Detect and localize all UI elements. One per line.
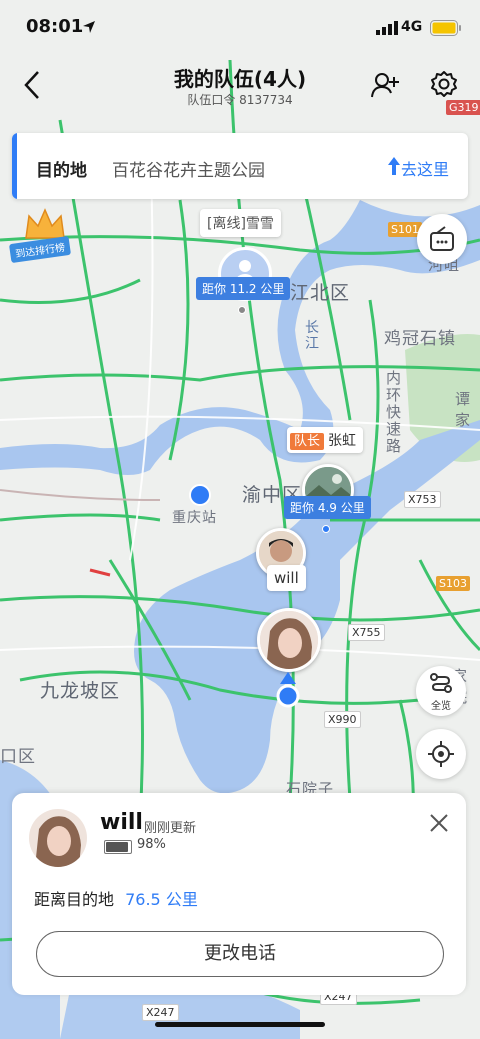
- map-label-tanjia: 谭家: [455, 390, 472, 429]
- member-name-tag[interactable]: [离线]雪雪: [200, 209, 281, 237]
- card-battery-fill: [106, 842, 128, 852]
- card-avatar: [29, 809, 87, 867]
- member-location-dot: [238, 306, 246, 314]
- status-time: 08:01: [26, 16, 84, 37]
- road-tag: X753: [404, 491, 441, 508]
- crosshair-icon: [428, 741, 454, 767]
- arrow-up-icon: [388, 157, 400, 175]
- ranking-label: 到达排行榜: [8, 235, 72, 264]
- home-indicator[interactable]: [155, 1022, 325, 1027]
- leader-distance: 距你 4.9 公里: [284, 496, 371, 519]
- member-info-card: will 刚刚更新 98% 距离目的地 76.5 公里 更改电话: [12, 793, 466, 995]
- member-name-tag[interactable]: will: [267, 565, 306, 591]
- card-member-name: will: [100, 810, 143, 835]
- card-battery-value: 98%: [137, 837, 166, 852]
- woman-photo-icon: [260, 611, 318, 669]
- destination-name: 百花谷花卉主题公园: [112, 161, 265, 181]
- member-distance: 距你 11.2 公里: [196, 277, 291, 300]
- locate-me-button[interactable]: [416, 729, 466, 779]
- destination-accent-bar: [12, 133, 17, 199]
- card-update-status: 刚刚更新: [144, 821, 197, 836]
- add-member-icon[interactable]: [371, 71, 401, 99]
- go-here-label: 去这里: [401, 160, 450, 179]
- change-phone-button[interactable]: 更改电话: [36, 931, 444, 977]
- train-station-icon: [189, 484, 211, 506]
- team-code: 队伍口令 8137734: [187, 93, 293, 107]
- self-avatar[interactable]: [257, 608, 321, 672]
- road-tag: X755: [348, 624, 385, 641]
- map-label-jiguanshi: 鸡冠石镇: [384, 329, 456, 349]
- arrival-ranking-badge[interactable]: 到达排行榜: [8, 208, 80, 268]
- self-location-marker-icon: [276, 672, 300, 708]
- radio-icon: [430, 226, 454, 251]
- map-label-neihuan: 内环快速路: [386, 369, 403, 455]
- network-label: 4G: [401, 19, 423, 35]
- page-title: 我的队伍(4人): [173, 67, 307, 91]
- settings-gear-icon[interactable]: [430, 70, 458, 98]
- card-distance-line: 距离目的地 76.5 公里: [34, 886, 198, 910]
- location-arrow-icon: [83, 21, 95, 33]
- destination-label: 目的地: [36, 161, 87, 181]
- road-tag: S103: [436, 576, 470, 591]
- card-battery-icon: [104, 840, 132, 854]
- card-distance-value: 76.5 公里: [125, 890, 198, 909]
- map-label-jiulongpo: 九龙坡区: [40, 680, 121, 702]
- close-icon[interactable]: [427, 811, 451, 835]
- leader-name: 张虹: [328, 433, 357, 449]
- road-tag: X247: [142, 1004, 179, 1021]
- card-distance-label: 距离目的地: [34, 890, 115, 909]
- status-bar: 08:01 4G: [0, 0, 480, 54]
- go-here-button[interactable]: 去这里: [374, 153, 464, 179]
- road-tag: X990: [324, 711, 361, 728]
- leader-location-dot: [322, 525, 330, 533]
- destination-bar[interactable]: 目的地 百花谷花卉主题公园 去这里: [12, 133, 468, 199]
- nav-header: 我的队伍(4人) 队伍口令 8137734: [0, 56, 480, 116]
- overview-button[interactable]: 全览: [416, 666, 466, 716]
- leader-badge: 队长: [290, 433, 325, 450]
- route-overview-icon: [430, 673, 452, 693]
- message-button[interactable]: [417, 214, 467, 264]
- overview-label: 全览: [431, 701, 451, 712]
- battery-icon: [430, 20, 461, 36]
- map-label-jiangbei: 江北区: [290, 282, 351, 304]
- woman-photo-icon: [29, 809, 87, 867]
- map-label-station: 重庆站: [172, 510, 217, 526]
- leader-name-tag[interactable]: 队长 张虹: [287, 427, 364, 453]
- map-label-left-edge: 口区: [0, 747, 36, 767]
- signal-icon: [376, 21, 398, 35]
- map-label-yangtze: 长江: [305, 320, 320, 352]
